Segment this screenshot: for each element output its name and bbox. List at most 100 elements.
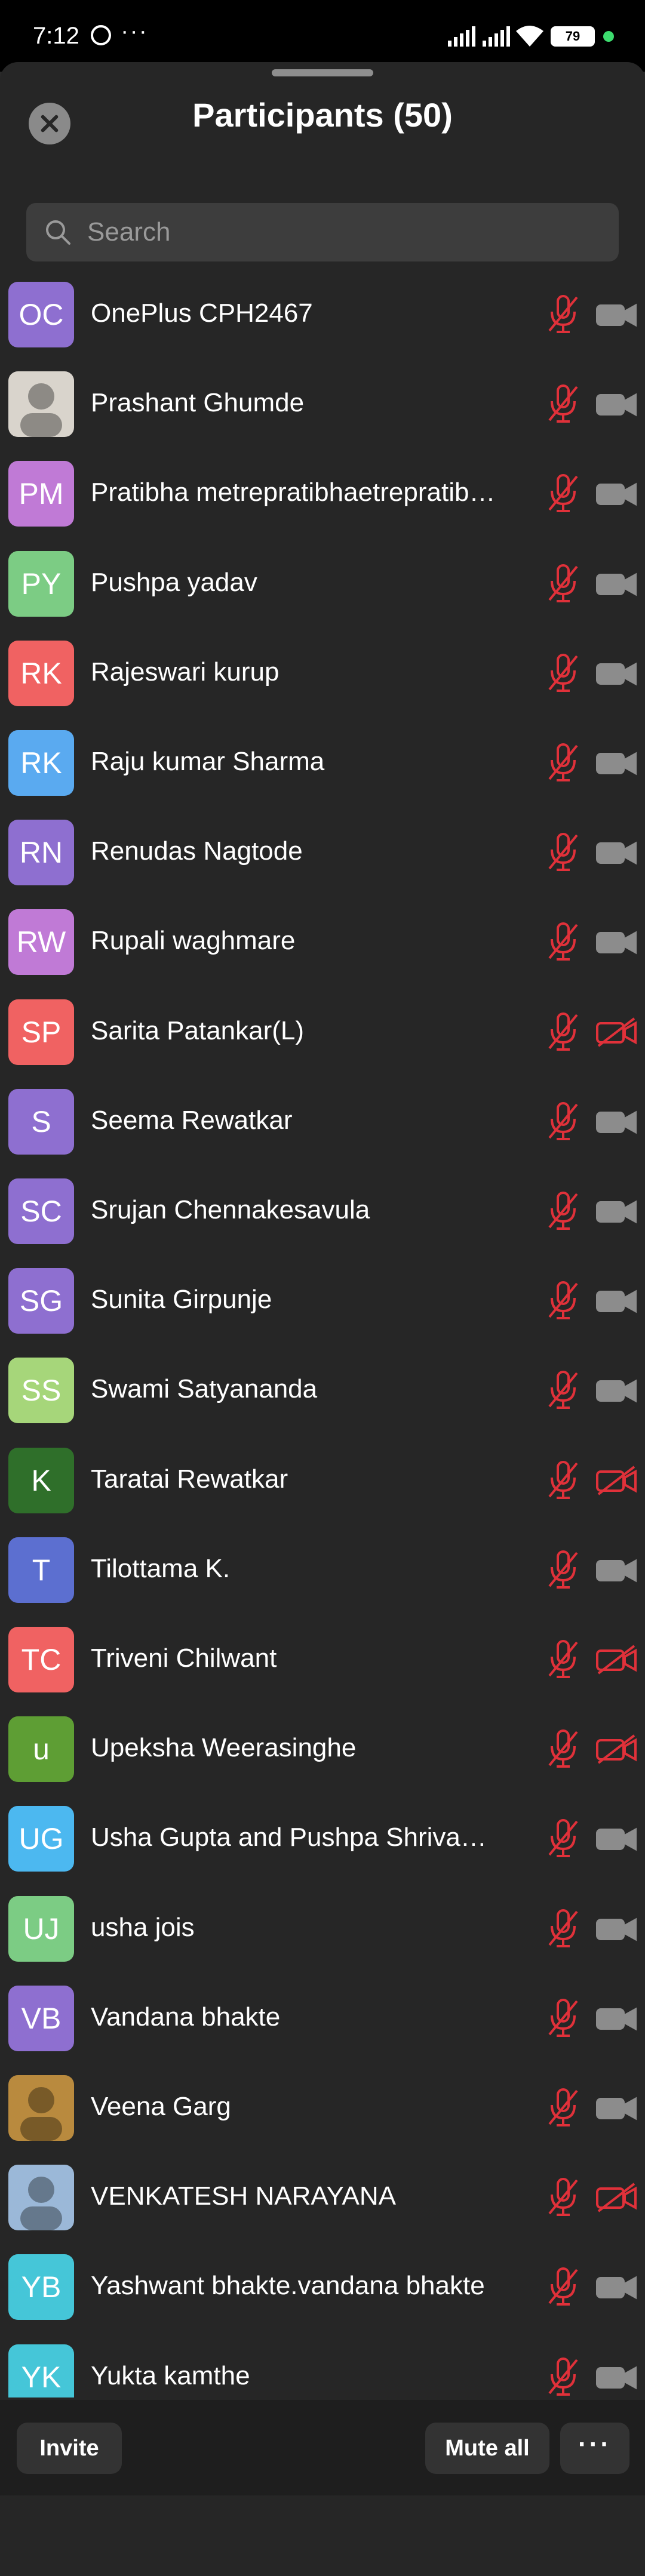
- participant-row[interactable]: VB Vandana bhakte: [0, 1976, 645, 2066]
- mic-muted-icon[interactable]: [545, 1101, 582, 1143]
- participant-row[interactable]: SS Swami Satyananda: [0, 1348, 645, 1438]
- avatar: RK: [8, 730, 74, 796]
- participant-name: Veena Garg: [91, 2092, 231, 2121]
- participant-row[interactable]: YK Yukta kamthe: [0, 2335, 645, 2398]
- participant-name: Sarita Patankar(L): [91, 1015, 305, 1045]
- participant-row[interactable]: RK Rajeswari kurup: [0, 631, 645, 721]
- status-time: 7:12: [33, 23, 79, 49]
- mic-muted-icon[interactable]: [545, 1818, 582, 1860]
- signal-icon: [448, 26, 475, 47]
- participant-name: Prashant Ghumde: [91, 388, 305, 418]
- mic-muted-icon[interactable]: [545, 1369, 582, 1411]
- video-camera-icon[interactable]: [595, 2362, 638, 2392]
- video-camera-icon[interactable]: [595, 1555, 638, 1585]
- mic-muted-icon[interactable]: [545, 742, 582, 784]
- video-camera-icon[interactable]: [595, 1824, 638, 1854]
- participant-name: Rupali waghmare: [91, 926, 296, 956]
- mic-muted-icon[interactable]: [545, 832, 582, 873]
- search-input[interactable]: [87, 203, 601, 261]
- mic-muted-icon[interactable]: [545, 294, 582, 336]
- mic-muted-icon[interactable]: [545, 383, 582, 425]
- participant-name: Swami Satyananda: [91, 1374, 318, 1404]
- participant-row[interactable]: UG Usha Gupta and Pushpa Shrivast…: [0, 1796, 645, 1886]
- mic-muted-icon[interactable]: [545, 1280, 582, 1322]
- participant-row[interactable]: SC Srujan Chennakesavula: [0, 1169, 645, 1258]
- mic-muted-icon[interactable]: [545, 1549, 582, 1591]
- mic-muted-icon[interactable]: [545, 921, 582, 963]
- mic-muted-icon[interactable]: [545, 2356, 582, 2398]
- video-camera-icon[interactable]: [595, 300, 638, 330]
- participant-name: Srujan Chennakesavula: [91, 1195, 370, 1224]
- participant-name: OnePlus CPH2467: [91, 298, 313, 328]
- mic-muted-icon[interactable]: [545, 653, 582, 694]
- signal-icon-2: [483, 26, 510, 47]
- participant-name: Sunita Girpunje: [91, 1285, 272, 1315]
- video-off-icon[interactable]: [595, 1466, 638, 1495]
- drag-handle[interactable]: [272, 69, 373, 76]
- mic-muted-icon[interactable]: [545, 473, 582, 515]
- video-camera-icon[interactable]: [595, 838, 638, 867]
- participant-row[interactable]: UJ usha jois: [0, 1886, 645, 1976]
- video-camera-icon[interactable]: [595, 1286, 638, 1316]
- participant-row[interactable]: PM Pratibha metrepratibhaetrepratib…: [0, 451, 645, 541]
- video-camera-icon[interactable]: [595, 1107, 638, 1137]
- participant-row[interactable]: RK Raju kumar Sharma: [0, 721, 645, 810]
- participant-row[interactable]: K Taratai Rewatkar: [0, 1438, 645, 1528]
- video-camera-icon[interactable]: [595, 2003, 638, 2033]
- participant-row[interactable]: Prashant Ghumde: [0, 362, 645, 451]
- video-off-icon[interactable]: [595, 2183, 638, 2212]
- mic-muted-icon[interactable]: [545, 2177, 582, 2218]
- video-camera-icon[interactable]: [595, 2272, 638, 2302]
- video-camera-icon[interactable]: [595, 1914, 638, 1944]
- video-camera-icon[interactable]: [595, 1196, 638, 1226]
- mic-muted-icon[interactable]: [545, 1011, 582, 1053]
- mic-muted-icon[interactable]: [545, 2266, 582, 2308]
- more-notifications-icon: ···: [121, 18, 148, 44]
- participant-row[interactable]: PY Pushpa yadav: [0, 541, 645, 631]
- mic-muted-icon[interactable]: [545, 1728, 582, 1770]
- invite-button[interactable]: Invite: [17, 2423, 122, 2474]
- mic-muted-icon[interactable]: [545, 1460, 582, 1501]
- participant-row[interactable]: u Upeksha Weerasinghe: [0, 1707, 645, 1796]
- mic-muted-icon[interactable]: [545, 1908, 582, 1950]
- video-camera-icon[interactable]: [595, 927, 638, 957]
- video-camera-icon[interactable]: [595, 748, 638, 778]
- video-camera-icon[interactable]: [595, 479, 638, 509]
- participant-row[interactable]: SG Sunita Girpunje: [0, 1258, 645, 1348]
- avatar: PM: [8, 461, 74, 527]
- more-options-button[interactable]: ···: [560, 2423, 629, 2474]
- video-camera-icon[interactable]: [595, 389, 638, 419]
- participant-name: Yukta kamthe: [91, 2360, 250, 2390]
- participant-row[interactable]: TC Triveni Chilwant: [0, 1617, 645, 1707]
- participant-row[interactable]: SP Sarita Patankar(L): [0, 990, 645, 1079]
- video-camera-icon[interactable]: [595, 2093, 638, 2123]
- participant-row[interactable]: RW Rupali waghmare: [0, 900, 645, 989]
- mic-muted-icon[interactable]: [545, 1998, 582, 2039]
- participant-row[interactable]: OC OnePlus CPH2467: [0, 272, 645, 362]
- participant-row[interactable]: Veena Garg: [0, 2066, 645, 2155]
- mic-muted-icon[interactable]: [545, 1639, 582, 1681]
- participant-row[interactable]: S Seema Rewatkar: [0, 1079, 645, 1169]
- participant-row[interactable]: RN Renudas Nagtode: [0, 810, 645, 900]
- video-camera-icon[interactable]: [595, 1375, 638, 1405]
- mic-muted-icon[interactable]: [545, 2087, 582, 2129]
- mic-muted-icon[interactable]: [545, 1190, 582, 1232]
- participant-row[interactable]: VENKATESH NARAYANA: [0, 2155, 645, 2245]
- avatar: TC: [8, 1627, 74, 1692]
- avatar: OC: [8, 282, 74, 347]
- mute-all-button[interactable]: Mute all: [425, 2423, 549, 2474]
- wifi-icon: [516, 26, 543, 47]
- mic-muted-icon[interactable]: [545, 563, 582, 605]
- search-box[interactable]: [26, 203, 619, 261]
- video-camera-icon[interactable]: [595, 658, 638, 688]
- video-off-icon[interactable]: [595, 1645, 638, 1675]
- video-off-icon[interactable]: [595, 1017, 638, 1047]
- avatar: RW: [8, 909, 74, 975]
- participant-name: Tilottama K.: [91, 1553, 231, 1583]
- participant-row[interactable]: T Tilottama K.: [0, 1528, 645, 1617]
- participant-row[interactable]: YB Yashwant bhakte.vandana bhakte: [0, 2245, 645, 2334]
- participant-list[interactable]: OC OnePlus CPH2467 Prashant Ghumde PM Pratib…: [0, 272, 645, 2398]
- video-off-icon[interactable]: [595, 1734, 638, 1764]
- video-camera-icon[interactable]: [595, 569, 638, 599]
- participant-name: Usha Gupta and Pushpa Shrivast…: [91, 1823, 497, 1852]
